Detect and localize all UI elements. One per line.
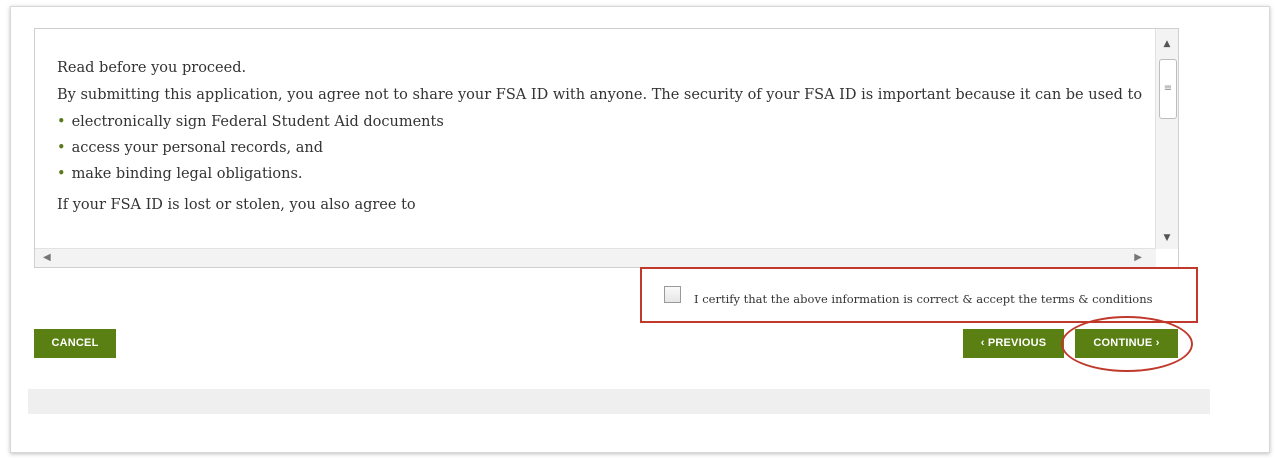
list-item-text: make binding legal obligations. bbox=[71, 166, 303, 182]
scroll-up-arrow-icon[interactable]: ▲ bbox=[1156, 35, 1178, 53]
list-item: • electronically sign Federal Student Aid… bbox=[57, 113, 1147, 132]
scrollbar-thumb[interactable]: ≡ bbox=[1159, 59, 1177, 119]
list-item: • make binding legal obligations. bbox=[57, 165, 1147, 184]
certify-label[interactable]: I certify that the above information is … bbox=[694, 292, 1153, 306]
terms-content: Read before you proceed. By submitting t… bbox=[57, 59, 1147, 223]
terms-intro: By submitting this application, you agre… bbox=[57, 87, 1143, 103]
scroll-right-arrow-icon[interactable]: ▶ bbox=[1134, 249, 1142, 267]
cancel-button[interactable]: CANCEL bbox=[34, 329, 116, 358]
list-item-text: access your personal records, and bbox=[71, 140, 324, 156]
terms-followup: If your FSA ID is lost or stolen, you al… bbox=[57, 197, 416, 213]
certify-checkbox[interactable] bbox=[664, 286, 681, 303]
list-item-text: electronically sign Federal Student Aid … bbox=[71, 114, 444, 130]
list-item: • access your personal records, and bbox=[57, 139, 1147, 158]
terms-list: • electronically sign Federal Student Aid… bbox=[57, 113, 1147, 184]
continue-button[interactable]: CONTINUE › bbox=[1075, 329, 1178, 358]
bullet-icon: • bbox=[57, 114, 66, 130]
bullet-icon: • bbox=[57, 166, 66, 182]
previous-button[interactable]: ‹ PREVIOUS bbox=[963, 329, 1064, 358]
terms-heading: Read before you proceed. bbox=[57, 60, 247, 76]
horizontal-scrollbar[interactable]: ◀ ▶ bbox=[35, 248, 1156, 267]
bullet-icon: • bbox=[57, 140, 66, 156]
footer-bar bbox=[28, 389, 1210, 414]
scroll-down-arrow-icon[interactable]: ▼ bbox=[1156, 229, 1178, 247]
terms-scroll-box[interactable]: Read before you proceed. By submitting t… bbox=[34, 28, 1179, 268]
vertical-scrollbar[interactable]: ▲ ≡ ▼ bbox=[1155, 29, 1178, 249]
scroll-left-arrow-icon[interactable]: ◀ bbox=[43, 249, 51, 267]
